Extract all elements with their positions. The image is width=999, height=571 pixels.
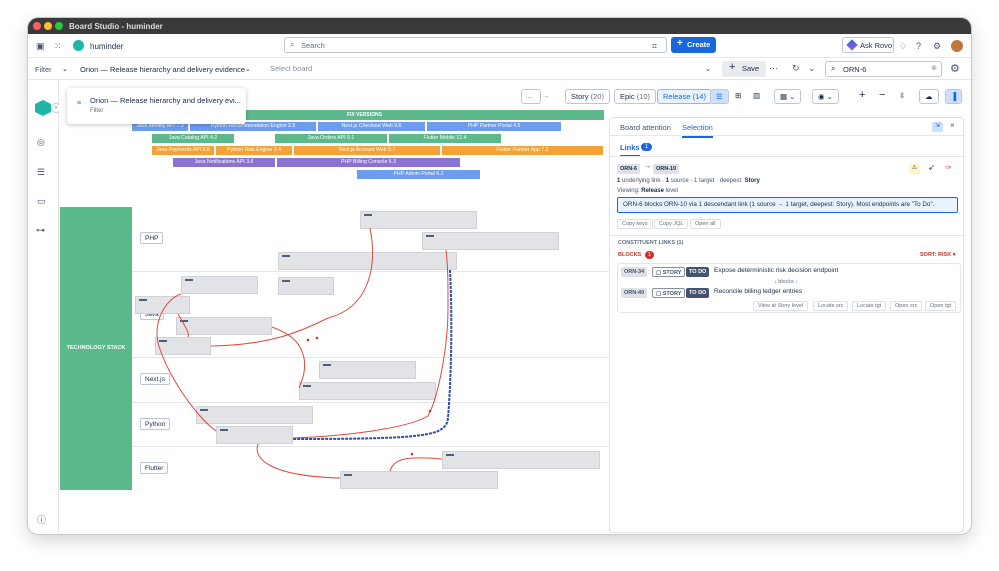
sort-risk-dropdown[interactable]: SORT: RISK ▾: [920, 252, 955, 258]
dependency-link[interactable]: [156, 293, 217, 432]
dependency-link[interactable]: [256, 443, 341, 479]
rocket-icon[interactable]: ➶: [928, 163, 935, 172]
target-status: TO DO: [686, 288, 710, 298]
board-tooltip: ≡ Orion — Release hierarchy and delivery…: [67, 88, 246, 124]
link-marker: [410, 452, 414, 456]
app-window: Board Studio - huminder ▣ ⁙ huminder ⌕ S…: [28, 18, 971, 534]
pin-icon[interactable]: ✑: [945, 163, 952, 172]
dependency-link[interactable]: [271, 326, 306, 389]
tooltip-title: Orion — Release hierarchy and delivery e…: [90, 96, 241, 105]
open-tgt-button[interactable]: Open tgt: [925, 301, 957, 311]
close-icon[interactable]: ×: [950, 121, 955, 130]
source-status: TO DO: [686, 267, 710, 277]
tooltip-subtitle: Filter: [90, 108, 104, 114]
relation-label: ↓ blocks ↓: [774, 279, 799, 285]
viewing-level: Viewing: Release level: [617, 188, 678, 194]
tab-board-attention[interactable]: Board attention: [620, 123, 671, 132]
constituent-links-heading: CONSTITUENT LINKS (1): [618, 240, 684, 246]
link-summary: 1 underlying link · 1 source · 1 target …: [617, 178, 760, 184]
dependency-link[interactable]: [177, 313, 189, 338]
selection-panel: Board attention Selection ⇲ × Links 1 OR…: [609, 117, 965, 533]
warning-icon[interactable]: ⚠: [909, 164, 920, 174]
blocks-count-badge: 1: [645, 251, 655, 259]
link-marker: [428, 409, 432, 413]
view-at-story-level-button[interactable]: View at Story level: [753, 301, 809, 311]
dependency-link[interactable]: [210, 227, 373, 347]
source-key[interactable]: ORN-34: [621, 267, 648, 277]
filter-icon: ≡: [77, 100, 82, 107]
source-type-badge: ▢ STORY: [652, 267, 686, 277]
source-title[interactable]: Expose deterministic risk decision endpo…: [714, 267, 838, 274]
link-description: ORN-6 blocks ORN-10 via 1 descendant lin…: [617, 197, 958, 213]
from-key[interactable]: ORN-6: [617, 164, 641, 174]
link-marker: [306, 338, 310, 342]
link-marker: [315, 336, 319, 340]
open-src-button[interactable]: Open src: [890, 301, 923, 311]
links-tab[interactable]: Links: [620, 143, 640, 157]
pin-panel-icon[interactable]: ⇲: [932, 122, 943, 132]
copy-jql-button[interactable]: Copy JQL: [654, 219, 689, 229]
target-key[interactable]: ORN-40: [621, 288, 648, 298]
target-type-badge: ▢ STORY: [652, 288, 686, 298]
locate-tgt-button[interactable]: Locate tgt: [852, 301, 887, 311]
links-count-badge: 1: [641, 143, 653, 151]
open-all-button[interactable]: Open all: [690, 219, 721, 229]
blocks-heading: BLOCKS: [618, 252, 642, 258]
selected-path[interactable]: [292, 269, 453, 440]
dependency-link[interactable]: [389, 457, 443, 472]
to-key[interactable]: ORN-10: [653, 164, 680, 174]
dependency-link[interactable]: [292, 249, 449, 439]
target-title[interactable]: Reconcile billing ledger entries: [714, 288, 802, 295]
arrow-right-icon: →: [644, 163, 651, 170]
locate-src-button[interactable]: Locate src: [813, 301, 849, 311]
copy-keys-button[interactable]: Copy keys: [617, 219, 653, 229]
tab-selection[interactable]: Selection: [682, 123, 713, 138]
